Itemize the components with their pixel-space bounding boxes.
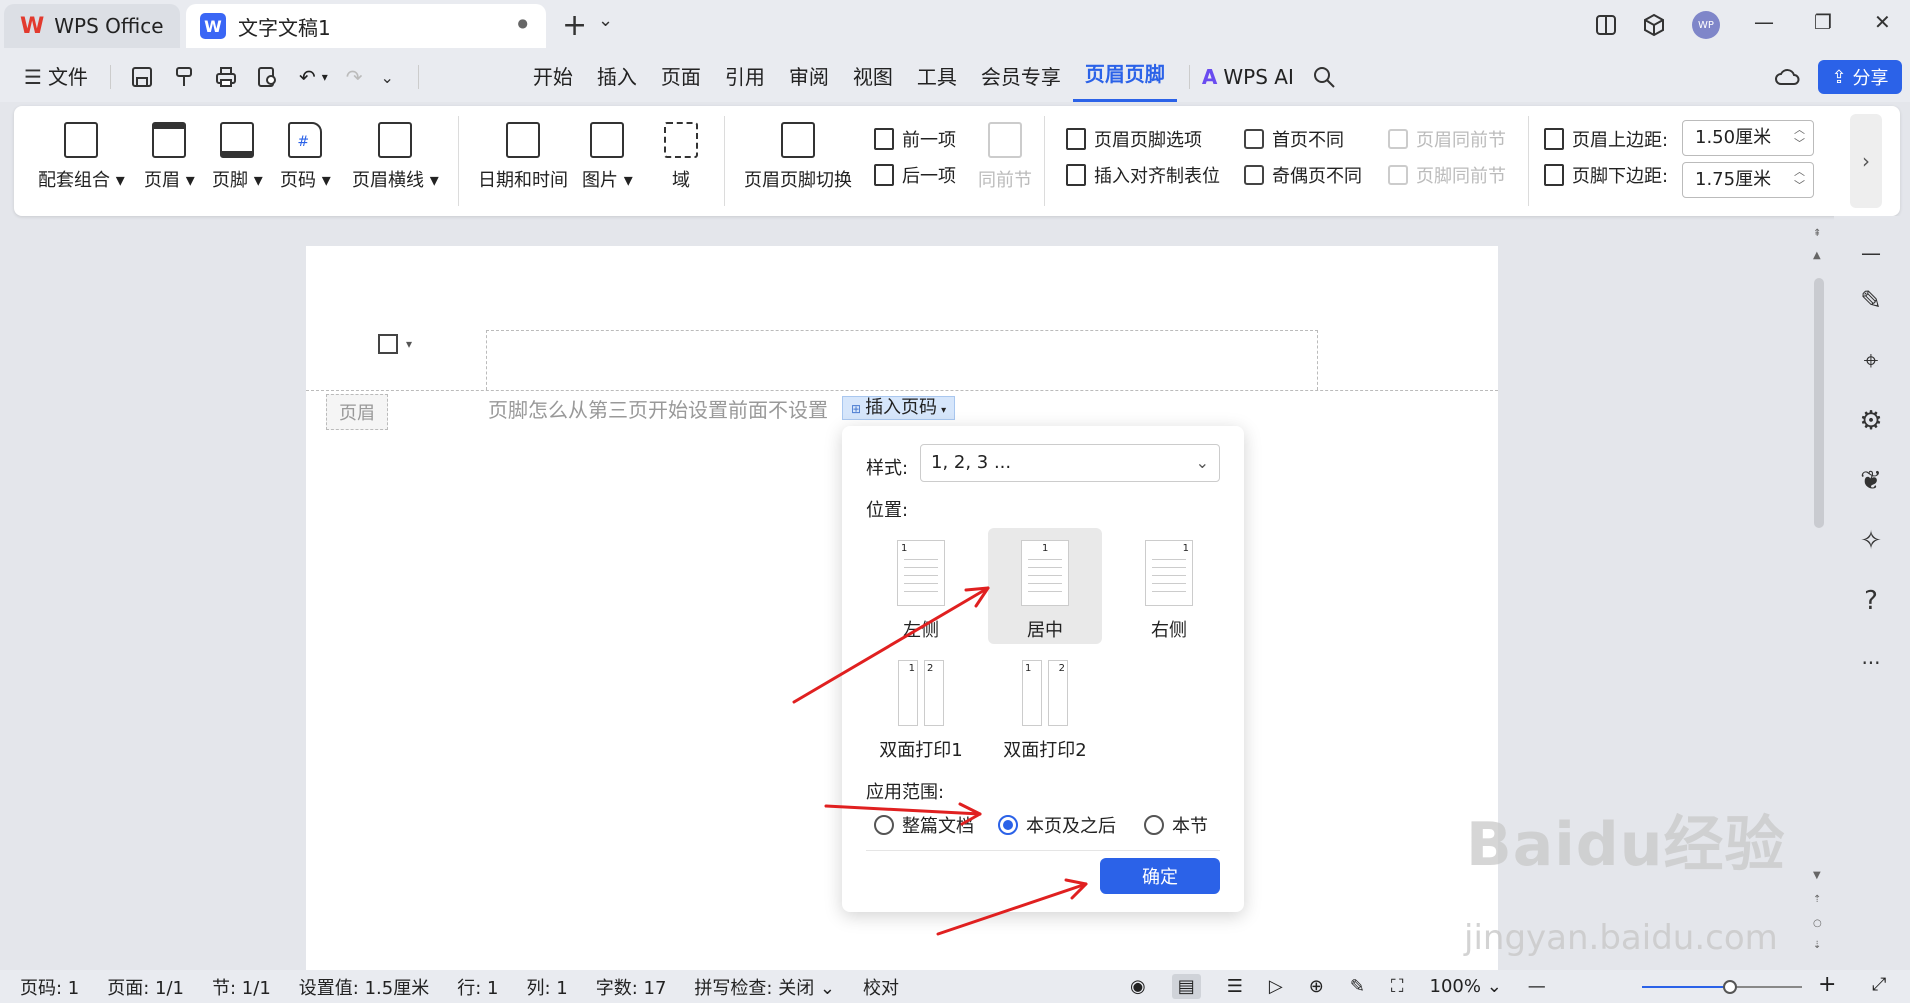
zoom-slider[interactable]	[1642, 980, 1802, 994]
adjust-icon[interactable]: ⚙	[1856, 406, 1886, 436]
zoom-in-button[interactable]: +	[1818, 972, 1836, 997]
pen-mode-icon[interactable]: ✎	[1350, 976, 1365, 997]
view-controls: ◉ ▤ ☰ ▷ ⊕ ✎ ⛶ 100% ⌄ —	[1130, 970, 1546, 1003]
arrow-to-ok-button	[936, 882, 1088, 936]
fullscreen-icon[interactable]: ⤢	[1872, 974, 1886, 995]
status-page-code: 页码: 1	[20, 977, 80, 999]
status-setting[interactable]: 设置值: 1.5厘米	[285, 974, 443, 1000]
scrollbar-thumb[interactable]	[1814, 278, 1824, 528]
watermark-logo: Baidu经验	[1466, 810, 1786, 880]
right-sidebar: — ✎ ⌖ ⚙ ❦ ✧ ? ···	[1834, 216, 1910, 970]
zoom-out-button[interactable]: —	[1528, 976, 1546, 997]
more-icon[interactable]: ···	[1856, 648, 1886, 678]
status-col: 列: 1	[526, 977, 568, 999]
scroll-up-icon[interactable]: ▲	[1813, 250, 1821, 261]
page-view-icon[interactable]: ▤	[1171, 974, 1201, 999]
status-spell-check[interactable]: 拼写检查: 关闭 ⌄	[680, 974, 849, 1000]
status-section: 节: 1/1	[212, 977, 271, 999]
collapse-icon[interactable]: —	[1856, 238, 1886, 268]
prev-page-icon[interactable]: ⇡	[1813, 894, 1821, 905]
cursor-icon[interactable]: ⌖	[1856, 346, 1886, 376]
arrow-to-scope-option	[824, 804, 982, 816]
pen-icon[interactable]: ✎	[1856, 286, 1886, 316]
watermark-url: jingyan.baidu.com	[1464, 918, 1778, 958]
status-bar: 页码: 1 页面: 1/1 节: 1/1 设置值: 1.5厘米 行: 1 列: …	[0, 970, 1910, 1003]
web-view-icon[interactable]: ⊕	[1309, 976, 1324, 997]
zoom-slider-knob[interactable]	[1723, 980, 1737, 994]
eye-icon[interactable]: ◉	[1130, 976, 1146, 997]
zoom-slider-fill	[1642, 986, 1730, 988]
zoom-level[interactable]: 100% ⌄	[1430, 976, 1502, 997]
play-icon[interactable]: ▷	[1269, 976, 1283, 997]
status-word-count[interactable]: 字数: 17	[582, 974, 681, 1000]
tools-icon[interactable]: ✧	[1856, 526, 1886, 556]
next-page-icon[interactable]: ⇣	[1813, 940, 1821, 951]
status-page: 页面: 1/1	[107, 977, 185, 999]
status-proofread[interactable]: 校对	[849, 974, 913, 1000]
arrowhead	[964, 586, 990, 608]
leaf-icon[interactable]: ❦	[1856, 466, 1886, 496]
arrow-to-center-option	[792, 586, 990, 704]
outline-view-icon[interactable]: ☰	[1227, 976, 1243, 997]
help-icon[interactable]: ?	[1856, 586, 1886, 616]
status-row: 行: 1	[457, 977, 499, 999]
fullscreen-focus-icon[interactable]: ⛶	[1391, 976, 1404, 997]
select-browse-icon[interactable]: ○	[1813, 918, 1822, 929]
scroll-down-icon[interactable]: ▼	[1813, 870, 1821, 881]
scroll-top-icon[interactable]: ⇞	[1813, 228, 1821, 239]
